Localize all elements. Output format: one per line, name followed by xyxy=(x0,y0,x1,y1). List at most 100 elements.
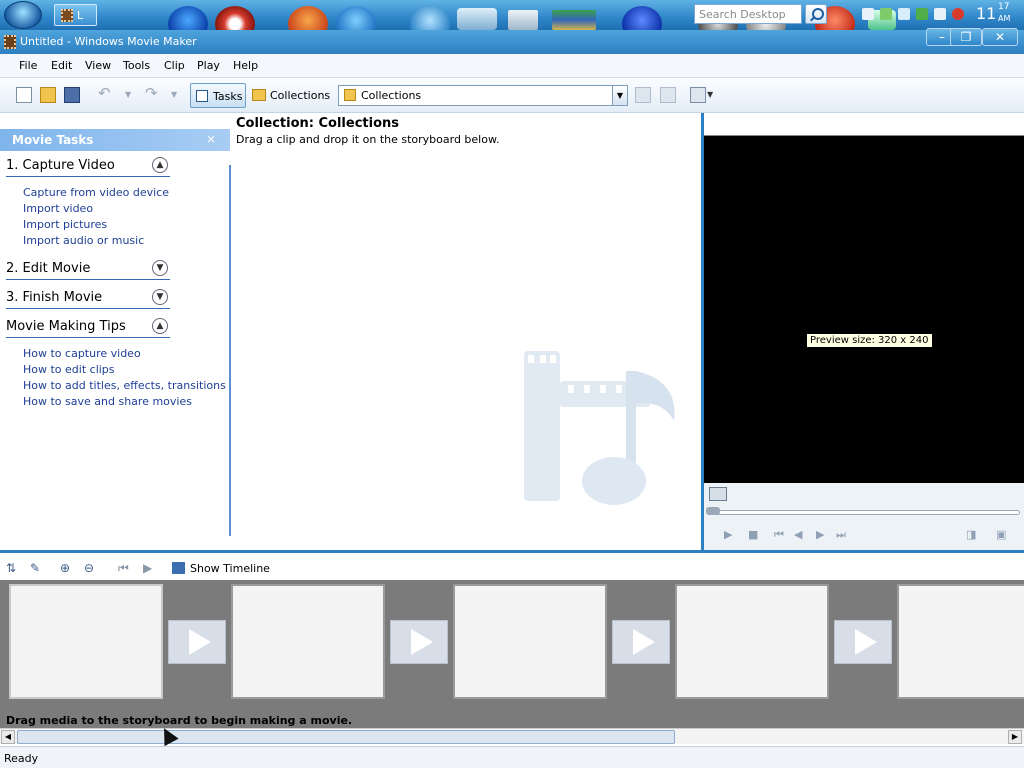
transition-slot[interactable] xyxy=(168,620,226,664)
chevron-down-icon[interactable]: ▼ xyxy=(152,289,168,305)
system-clock[interactable]: 11 17 AM xyxy=(976,2,1010,23)
tip-link[interactable]: How to save and share movies xyxy=(23,395,192,408)
chevron-down-icon[interactable]: ▼ xyxy=(152,260,168,276)
previous-frame-icon[interactable]: ⏮ xyxy=(774,528,784,542)
seek-thumb[interactable] xyxy=(706,507,720,515)
search-tray-icon[interactable] xyxy=(898,8,910,20)
transition-slot[interactable] xyxy=(390,620,448,664)
restore-button[interactable]: ❐ xyxy=(950,28,982,46)
menu-help[interactable]: Help xyxy=(233,59,258,72)
transition-slot[interactable] xyxy=(834,620,892,664)
storyboard-frame[interactable] xyxy=(897,584,1024,699)
tip-link[interactable]: How to edit clips xyxy=(23,363,115,376)
undo-dropdown-icon[interactable]: ▼ xyxy=(125,90,141,106)
start-button[interactable] xyxy=(4,1,42,29)
collection-dropdown[interactable]: Collections ▼ xyxy=(338,85,628,106)
menu-edit[interactable]: Edit xyxy=(51,59,72,72)
redo-icon[interactable]: ↷ xyxy=(145,84,161,102)
stop-icon[interactable]: ■ xyxy=(748,528,758,541)
search-desktop-input[interactable]: Search Desktop xyxy=(694,4,802,24)
tip-link[interactable]: How to add titles, effects, transitions xyxy=(23,379,226,392)
tip-link[interactable]: How to capture video xyxy=(23,347,141,360)
rewind-storyboard-icon[interactable]: ⏮ xyxy=(118,561,129,576)
storyboard-frame[interactable] xyxy=(9,584,163,699)
monitor-icon[interactable] xyxy=(457,8,497,30)
status-bar: Ready xyxy=(0,746,1024,768)
tasks-button[interactable]: Tasks xyxy=(190,83,246,108)
narrate-timeline-icon[interactable]: ✎ xyxy=(30,561,40,575)
menu-tools[interactable]: Tools xyxy=(123,59,150,72)
transition-slot[interactable] xyxy=(612,620,670,664)
scrollbar-thumb[interactable] xyxy=(17,730,675,744)
document-icon[interactable] xyxy=(508,10,538,30)
full-screen-icon[interactable] xyxy=(709,487,727,501)
undo-icon[interactable]: ↶ xyxy=(98,84,114,102)
section-movie-making-tips[interactable]: Movie Making Tips ▲ xyxy=(6,316,170,338)
menu-clip[interactable]: Clip xyxy=(164,59,185,72)
scroll-right-icon[interactable]: ▶ xyxy=(1008,730,1022,744)
views-dropdown-icon[interactable]: ▼ xyxy=(707,90,723,106)
clock-ampm: AM xyxy=(998,14,1011,23)
task-link[interactable]: Capture from video device xyxy=(23,186,169,199)
next-frame-icon[interactable]: ⏭ xyxy=(836,528,846,542)
main-toolbar: ↶ ▼ ↷ ▼ Tasks Collections Collections ▼ … xyxy=(0,78,1024,113)
volume-icon[interactable] xyxy=(862,8,874,20)
close-task-pane-icon[interactable]: × xyxy=(206,132,216,146)
play-storyboard-icon[interactable]: ▶ xyxy=(143,561,152,575)
chevron-up-icon[interactable]: ▲ xyxy=(152,318,168,334)
clock-hour: 11 xyxy=(976,4,997,23)
show-timeline-label: Show Timeline xyxy=(190,562,270,575)
preview-monitor[interactable]: Preview size: 320 x 240 ▶ ■ ⏮ ◀ ▶ ⏭ ◨ ▣ xyxy=(701,113,1024,550)
zoom-out-icon[interactable]: ⊖ xyxy=(84,561,94,575)
split-clip-icon[interactable]: ◨ xyxy=(966,528,976,541)
seek-bar[interactable] xyxy=(708,510,1020,515)
menu-file[interactable]: File xyxy=(19,59,37,72)
storyboard[interactable]: Drag media to the storyboard to begin ma… xyxy=(0,580,1024,728)
zoom-in-icon[interactable]: ⊕ xyxy=(60,561,70,575)
close-button[interactable]: ✕ xyxy=(982,28,1018,46)
search-icon[interactable] xyxy=(805,4,827,24)
shield-tray-icon[interactable] xyxy=(916,8,928,20)
s-tray-icon[interactable] xyxy=(934,8,946,20)
window-title-bar[interactable]: Untitled - Windows Movie Maker xyxy=(0,30,1024,54)
storyboard-scrollbar[interactable]: ◀ ▶ xyxy=(0,728,1024,744)
views-icon[interactable] xyxy=(690,87,706,103)
storyboard-frame[interactable] xyxy=(675,584,829,699)
books-icon[interactable] xyxy=(552,10,596,30)
open-project-icon[interactable] xyxy=(40,87,56,103)
security-alert-icon[interactable] xyxy=(952,8,964,20)
storyboard-hint: Drag media to the storyboard to begin ma… xyxy=(6,714,353,727)
redo-dropdown-icon[interactable]: ▼ xyxy=(171,90,187,106)
section-capture-video[interactable]: 1. Capture Video ▲ xyxy=(6,155,170,177)
new-collection-folder-icon[interactable] xyxy=(660,87,676,103)
network-icon[interactable] xyxy=(880,8,892,20)
forward-icon[interactable]: ▶ xyxy=(816,528,824,541)
folder-icon xyxy=(344,89,356,101)
task-link[interactable]: Import pictures xyxy=(23,218,107,231)
tasks-icon xyxy=(196,90,208,102)
film-icon xyxy=(61,9,73,22)
new-project-icon[interactable] xyxy=(16,87,32,103)
timeline-icon xyxy=(172,562,185,574)
menu-view[interactable]: View xyxy=(85,59,111,72)
chevron-down-icon[interactable]: ▼ xyxy=(612,86,627,105)
rewind-icon[interactable]: ◀ xyxy=(794,528,802,541)
set-audio-levels-icon[interactable]: ⇅ xyxy=(6,561,16,575)
menu-play[interactable]: Play xyxy=(197,59,220,72)
storyboard-frame[interactable] xyxy=(231,584,385,699)
play-icon[interactable]: ▶ xyxy=(724,528,732,541)
collection-contents-pane[interactable]: Collection: Collections Drag a clip and … xyxy=(231,113,701,550)
section-edit-movie[interactable]: 2. Edit Movie ▼ xyxy=(6,258,170,280)
taskbar-window-button[interactable]: L xyxy=(54,4,97,26)
up-one-level-icon[interactable] xyxy=(635,87,651,103)
take-picture-icon[interactable]: ▣ xyxy=(996,528,1006,541)
scroll-left-icon[interactable]: ◀ xyxy=(1,730,15,744)
storyboard-frame[interactable] xyxy=(453,584,607,699)
chevron-up-icon[interactable]: ▲ xyxy=(152,157,168,173)
task-link[interactable]: Import video xyxy=(23,202,93,215)
save-project-icon[interactable] xyxy=(64,87,80,103)
status-text: Ready xyxy=(4,752,39,765)
task-link[interactable]: Import audio or music xyxy=(23,234,144,247)
section-finish-movie[interactable]: 3. Finish Movie ▼ xyxy=(6,287,170,309)
collections-button[interactable]: Collections xyxy=(250,83,330,108)
